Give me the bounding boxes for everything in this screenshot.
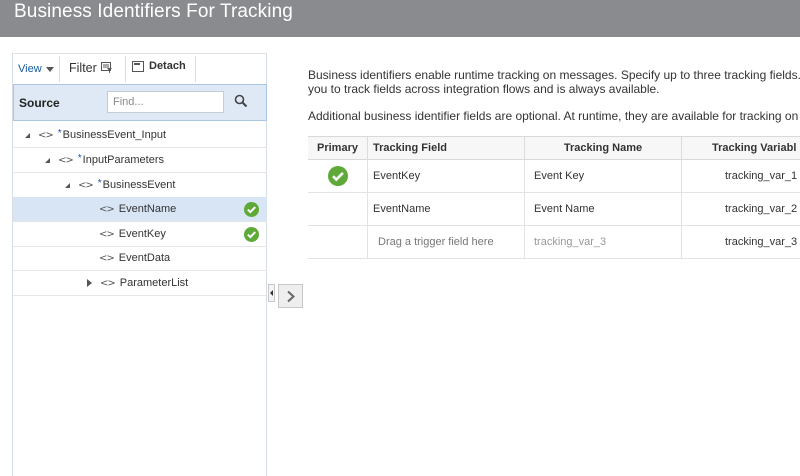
detach-icon bbox=[132, 60, 144, 72]
collapse-panel-handle[interactable] bbox=[268, 284, 275, 302]
column-header-tracking-variable[interactable]: Tracking Variabl bbox=[682, 137, 800, 160]
required-marker: * bbox=[57, 127, 62, 139]
tree-node-label: EventData bbox=[118, 252, 171, 264]
filter-label: Filter bbox=[69, 61, 97, 75]
tracking-variable-cell: tracking_var_1 bbox=[725, 170, 798, 182]
description-line: Business identifiers enable runtime trac… bbox=[308, 68, 800, 82]
source-header: Source bbox=[13, 84, 267, 121]
chevron-right-icon bbox=[287, 290, 295, 303]
detach-label: Detach bbox=[149, 60, 186, 72]
required-marker: * bbox=[97, 177, 102, 189]
column-header-tracking-field[interactable]: Tracking Field bbox=[368, 137, 525, 160]
toolbar-divider bbox=[195, 56, 196, 82]
expand-triangle-icon[interactable] bbox=[25, 132, 30, 138]
toolbar-divider bbox=[125, 56, 126, 82]
primary-cell[interactable] bbox=[308, 226, 368, 259]
source-label: Source bbox=[19, 96, 60, 110]
tree-node-eventname[interactable]: <> EventName bbox=[13, 197, 267, 222]
tree-node-label: ParameterList bbox=[119, 277, 189, 289]
description-line: Additional business identifier fields ar… bbox=[308, 109, 799, 123]
view-menu[interactable]: View bbox=[18, 63, 54, 75]
tracking-field-cell[interactable]: EventKey bbox=[368, 160, 525, 193]
check-icon bbox=[244, 227, 259, 242]
find-input[interactable] bbox=[107, 91, 224, 113]
required-marker: * bbox=[77, 152, 82, 164]
expand-triangle-icon[interactable] bbox=[65, 182, 70, 188]
title-bar: Business Identifiers For Tracking bbox=[0, 0, 800, 37]
tracking-name-cell[interactable]: Event Key bbox=[525, 160, 682, 193]
toolbar-divider bbox=[59, 56, 60, 82]
tree-node-parameterlist[interactable]: <> ParameterList bbox=[13, 271, 267, 296]
tree-node-businessevent-input[interactable]: <> * BusinessEvent_Input bbox=[13, 123, 267, 148]
tracking-field-cell[interactable]: EventName bbox=[368, 193, 525, 226]
table-row[interactable]: Drag a trigger field here tracking_var_3… bbox=[308, 226, 800, 259]
tree-node-label: EventName bbox=[118, 203, 177, 215]
primary-cell[interactable] bbox=[308, 193, 368, 226]
element-icon: <> bbox=[99, 252, 115, 264]
source-panel: View Filter Detach Source <> * BusinessE… bbox=[12, 53, 267, 476]
element-icon: <> bbox=[78, 179, 94, 191]
tracking-variable-cell: tracking_var_2 bbox=[725, 203, 798, 215]
tree-node-businessevent[interactable]: <> * BusinessEvent bbox=[13, 173, 267, 198]
description-line: you to track fields across integration f… bbox=[308, 82, 660, 96]
tree-node-eventdata[interactable]: <> EventData bbox=[13, 246, 267, 271]
move-right-button[interactable] bbox=[278, 284, 303, 308]
chevron-down-icon bbox=[45, 66, 54, 72]
view-menu-label: View bbox=[18, 63, 42, 75]
element-icon: <> bbox=[100, 277, 116, 289]
primary-check-icon bbox=[328, 166, 348, 186]
column-header-primary[interactable]: Primary bbox=[308, 137, 368, 160]
element-icon: <> bbox=[99, 228, 115, 240]
element-icon: <> bbox=[99, 203, 115, 215]
column-header-tracking-name[interactable]: Tracking Name bbox=[525, 137, 682, 160]
filter-icon bbox=[100, 62, 114, 74]
table-row[interactable]: EventKey Event Key tracking_var_1 bbox=[308, 160, 800, 193]
element-icon: <> bbox=[38, 129, 54, 141]
drop-target-cell[interactable]: Drag a trigger field here bbox=[368, 226, 525, 259]
check-icon bbox=[244, 202, 259, 217]
tracking-variable-cell: tracking_var_3 bbox=[725, 236, 798, 248]
expand-triangle-icon[interactable] bbox=[45, 157, 50, 163]
search-icon[interactable] bbox=[234, 94, 248, 108]
table-row[interactable]: EventName Event Name tracking_var_2 bbox=[308, 193, 800, 226]
element-icon: <> bbox=[58, 154, 74, 166]
filter-button[interactable]: Filter bbox=[69, 61, 114, 75]
tracking-name-cell[interactable]: tracking_var_3 bbox=[525, 226, 682, 259]
tree-node-label: EventKey bbox=[118, 228, 166, 240]
tree-node-inputparameters[interactable]: <> * InputParameters bbox=[13, 148, 267, 173]
expand-triangle-icon[interactable] bbox=[87, 279, 92, 287]
page-title: Business Identifiers For Tracking bbox=[14, 1, 293, 22]
tree-node-label: BusinessEvent_Input bbox=[62, 129, 167, 141]
tracking-table: Primary Tracking Field Tracking Name Tra… bbox=[308, 136, 800, 259]
tree-node-eventkey[interactable]: <> EventKey bbox=[13, 222, 267, 247]
detach-button[interactable]: Detach bbox=[132, 60, 186, 72]
tracking-name-cell[interactable]: Event Name bbox=[525, 193, 682, 226]
primary-cell[interactable] bbox=[308, 160, 368, 193]
tree-node-label: BusinessEvent bbox=[102, 179, 176, 191]
source-toolbar: View Filter Detach bbox=[13, 53, 267, 83]
tree-node-label: InputParameters bbox=[82, 154, 164, 166]
table-header: Primary Tracking Field Tracking Name Tra… bbox=[308, 136, 800, 160]
